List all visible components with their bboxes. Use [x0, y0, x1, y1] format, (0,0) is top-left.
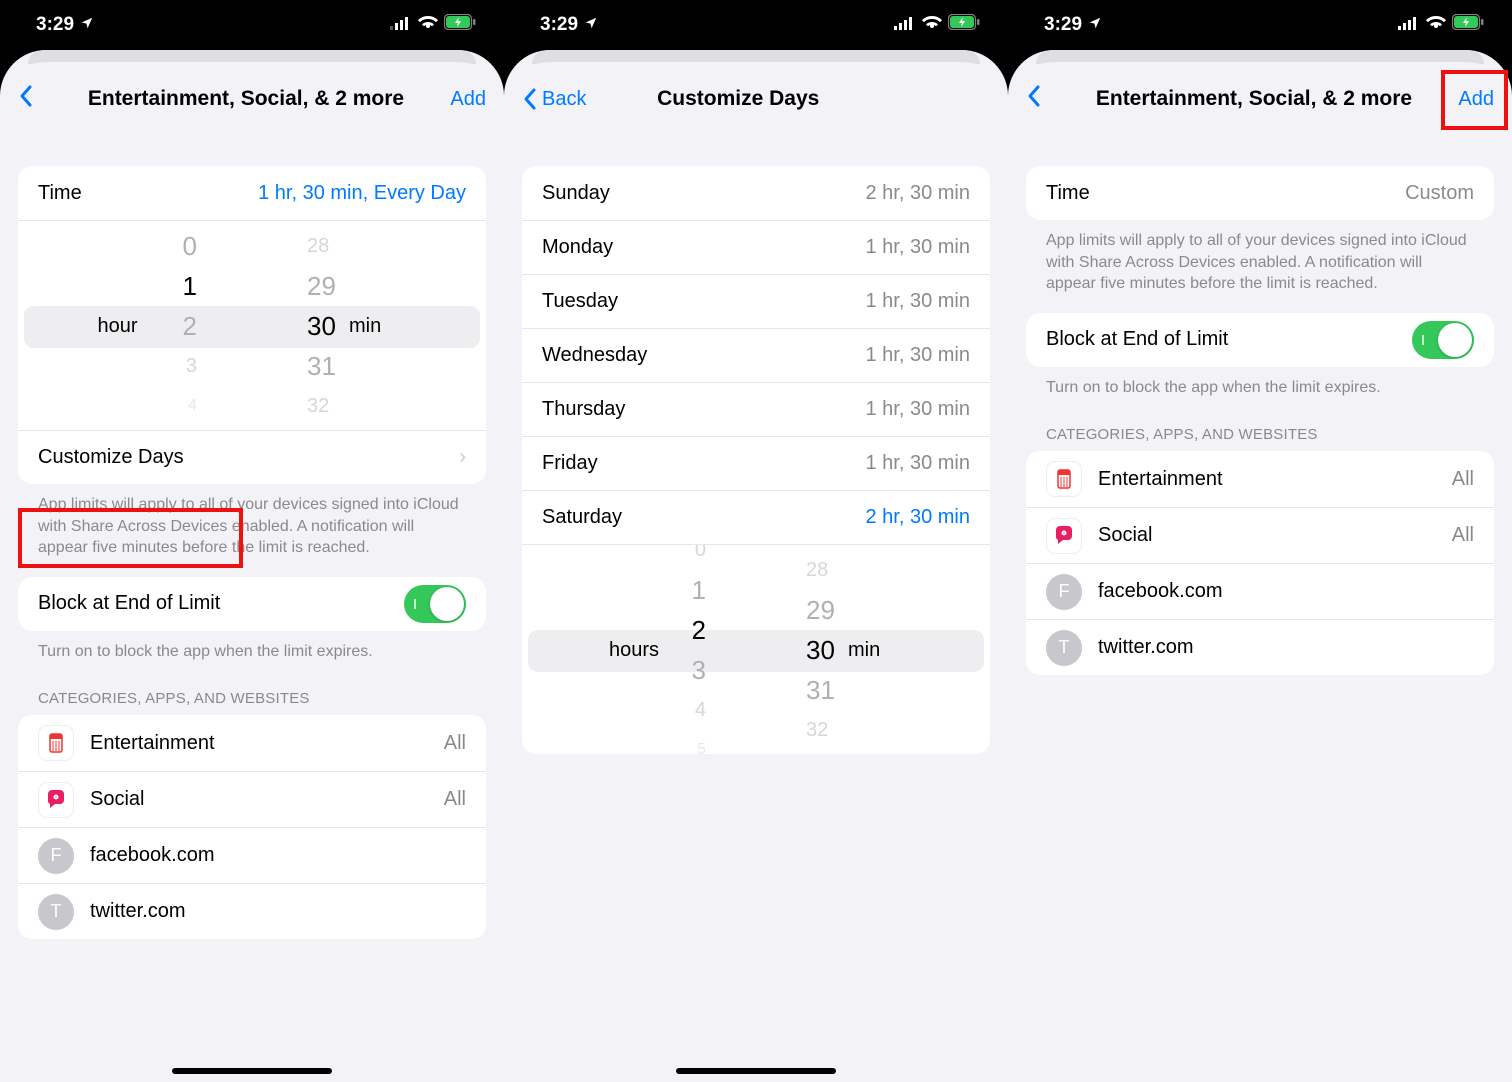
list-item[interactable]: Social All: [18, 771, 486, 827]
block-row: Block at End of Limit: [18, 577, 486, 631]
list-item[interactable]: Entertainment All: [18, 715, 486, 771]
nav-title: Entertainment, Social, & 2 more: [1054, 87, 1454, 111]
status-bar: 3:29: [1008, 0, 1512, 50]
min-unit: min: [349, 315, 381, 338]
list-item[interactable]: T twitter.com: [18, 883, 486, 939]
min-unit: min: [848, 639, 880, 662]
chevron-right-icon: ›: [459, 446, 466, 469]
customize-days-row[interactable]: Customize Days ›: [18, 430, 486, 484]
site-initial-icon: T: [1046, 630, 1082, 666]
location-icon: [80, 16, 94, 34]
categories-header: CATEGORIES, APPS, AND WEBSITES: [18, 662, 486, 715]
day-row[interactable]: Thursday1 hr, 30 min: [522, 382, 990, 436]
back-button[interactable]: [18, 83, 46, 115]
site-initial-icon: T: [38, 894, 74, 930]
footer-limits: App limits will apply to all of your dev…: [1026, 220, 1494, 295]
status-time: 3:29: [540, 14, 578, 36]
entertainment-icon: [38, 725, 74, 761]
nav-bar: Back Customize Days: [504, 72, 1008, 126]
back-button[interactable]: [1026, 83, 1054, 115]
time-picker[interactable]: 0 1 2 3 4 5 hours 27 28 29: [522, 544, 990, 754]
list-item[interactable]: Social All: [1026, 507, 1494, 563]
block-toggle[interactable]: [1412, 321, 1474, 359]
list-item[interactable]: Entertainment All: [1026, 451, 1494, 507]
status-bar: 3:29: [0, 0, 504, 50]
battery-icon: [948, 14, 980, 36]
block-toggle[interactable]: [404, 585, 466, 623]
time-label: Time: [38, 182, 82, 205]
signal-icon: [894, 14, 916, 36]
day-row[interactable]: Monday1 hr, 30 min: [522, 220, 990, 274]
day-row[interactable]: Wednesday1 hr, 30 min: [522, 328, 990, 382]
time-picker[interactable]: 0 1 2 3 4 hour 27 28 29 30: [18, 220, 486, 430]
phone-2: 3:29 Back Customize Days Sund: [504, 0, 1008, 1082]
list-item[interactable]: T twitter.com: [1026, 619, 1494, 675]
site-initial-icon: F: [38, 838, 74, 874]
battery-icon: [444, 14, 476, 36]
footer-block: Turn on to block the app when the limit …: [1026, 367, 1494, 399]
add-button[interactable]: Add: [1454, 88, 1494, 111]
day-row[interactable]: Sunday2 hr, 30 min: [522, 166, 990, 220]
battery-icon: [1452, 14, 1484, 36]
phone-1: 3:29 Entertainment, Social, & 2 m: [0, 0, 504, 1082]
day-row[interactable]: Friday1 hr, 30 min: [522, 436, 990, 490]
customize-days-label: Customize Days: [38, 446, 184, 469]
time-label: Time: [1046, 182, 1090, 205]
signal-icon: [1398, 14, 1420, 36]
day-row[interactable]: Saturday2 hr, 30 min: [522, 490, 990, 544]
list-item[interactable]: F facebook.com: [1026, 563, 1494, 619]
add-button[interactable]: Add: [446, 88, 486, 111]
hour-unit: hour: [98, 315, 138, 338]
site-initial-icon: F: [1046, 574, 1082, 610]
day-row[interactable]: Tuesday1 hr, 30 min: [522, 274, 990, 328]
wifi-icon: [418, 14, 438, 36]
home-indicator[interactable]: [172, 1068, 332, 1074]
location-icon: [584, 16, 598, 34]
nav-bar: Entertainment, Social, & 2 more Add: [1008, 72, 1512, 126]
time-value: Custom: [1405, 182, 1474, 205]
block-label: Block at End of Limit: [1046, 328, 1228, 351]
wifi-icon: [922, 14, 942, 36]
time-row[interactable]: Time 1 hr, 30 min, Every Day: [18, 166, 486, 220]
nav-title: Customize Days: [526, 87, 950, 111]
nav-title: Entertainment, Social, & 2 more: [46, 87, 446, 111]
status-bar: 3:29: [504, 0, 1008, 50]
status-time: 3:29: [36, 14, 74, 36]
hour-unit: hours: [609, 639, 659, 662]
home-indicator[interactable]: [676, 1068, 836, 1074]
social-icon: [1046, 518, 1082, 554]
phone-3: 3:29 Entertainment, Social, & 2 more Add: [1008, 0, 1512, 1082]
social-icon: [38, 782, 74, 818]
categories-header: CATEGORIES, APPS, AND WEBSITES: [1026, 398, 1494, 451]
time-value: 1 hr, 30 min, Every Day: [258, 182, 466, 205]
entertainment-icon: [1046, 461, 1082, 497]
footer-limits: App limits will apply to all of your dev…: [18, 484, 486, 559]
nav-bar: Entertainment, Social, & 2 more Add: [0, 72, 504, 126]
block-row: Block at End of Limit: [1026, 313, 1494, 367]
list-item[interactable]: F facebook.com: [18, 827, 486, 883]
location-icon: [1088, 16, 1102, 34]
footer-block: Turn on to block the app when the limit …: [18, 631, 486, 663]
wifi-icon: [1426, 14, 1446, 36]
time-row[interactable]: Time Custom: [1026, 166, 1494, 220]
status-time: 3:29: [1044, 14, 1082, 36]
block-label: Block at End of Limit: [38, 592, 220, 615]
signal-icon: [390, 14, 412, 36]
